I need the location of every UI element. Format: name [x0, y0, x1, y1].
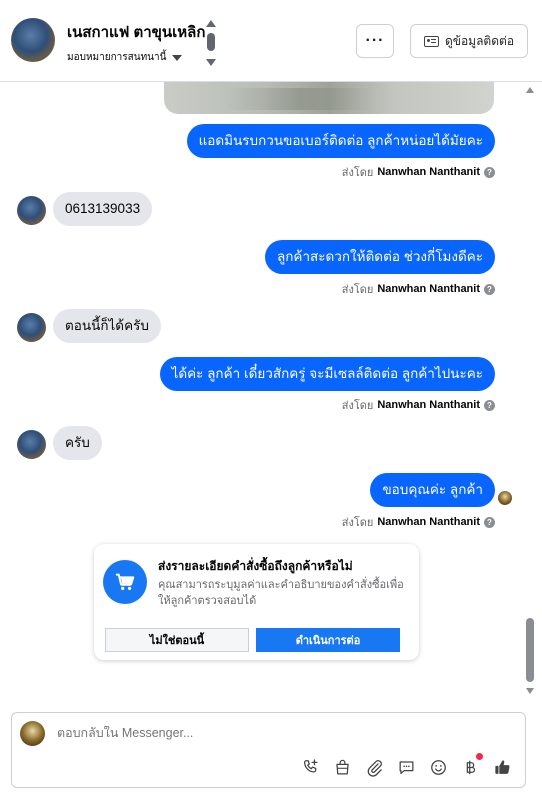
saved-reply-icon[interactable] [396, 757, 416, 777]
assign-label: มอบหมายการสนทนานี้ [67, 52, 167, 63]
sent-by-prefix: ส่งโดย [341, 400, 374, 412]
scrollbar-thumb[interactable] [526, 618, 534, 682]
sent-by-line: ส่งโดย Nanwhan Nanthanit ? [342, 396, 495, 414]
page-avatar [20, 721, 45, 746]
reply-composer [11, 712, 526, 788]
info-icon[interactable]: ? [484, 399, 495, 411]
sent-by-line: ส่งโดย Nanwhan Nanthanit ? [342, 163, 495, 181]
phone-plus-icon[interactable] [300, 757, 320, 777]
outgoing-message[interactable]: แอดมินรบกวนขอเบอร์ติดต่อ ลูกค้าหน่อยได้ม… [186, 124, 495, 158]
contact-avatar-small [17, 196, 46, 225]
scroll-up-arrow-icon[interactable] [206, 20, 216, 27]
incoming-message[interactable]: ครับ [53, 426, 102, 460]
sender-name: Nanwhan Nanthanit [377, 283, 480, 295]
header-name-scroller[interactable] [206, 20, 216, 66]
info-icon[interactable]: ? [484, 166, 495, 178]
prompt-title: ส่งรายละเอียดคำสั่งซื้อถึงลูกค้าหรือไม่ [158, 559, 353, 573]
emoji-icon[interactable] [428, 757, 448, 777]
incoming-message[interactable]: 0613139033 [53, 192, 153, 226]
composer-toolbar [300, 753, 512, 779]
not-now-button[interactable]: ไม่ใช่ตอนนี้ [105, 628, 249, 652]
shopping-bag-icon[interactable] [332, 757, 352, 777]
message-thread[interactable]: แอดมินรบกวนขอเบอร์ติดต่อ ลูกค้าหน่อยได้ม… [0, 82, 542, 702]
conversation-header: เนสกาแฟ ตาขุนเหลิก มอบหมายการสนทนานี้ ··… [0, 0, 542, 82]
scroll-up-arrow-icon[interactable] [526, 87, 534, 93]
contact-avatar[interactable] [11, 18, 55, 62]
sent-by-line: ส่งโดย Nanwhan Nanthanit ? [342, 280, 495, 298]
order-details-prompt-card: ส่งรายละเอียดคำสั่งซื้อถึงลูกค้าหรือไม่ … [94, 544, 419, 660]
sender-name: Nanwhan Nanthanit [377, 399, 480, 411]
contact-card-icon [423, 35, 439, 47]
reply-input[interactable] [57, 726, 497, 740]
assign-conversation-dropdown[interactable]: มอบหมายการสนทนานี้ [67, 50, 183, 65]
paperclip-icon[interactable] [364, 757, 384, 777]
prompt-description: คุณสามารถระบุมูลค่าและคำอธิบายของคำสั่งซ… [158, 579, 404, 607]
baht-icon[interactable] [460, 753, 483, 777]
seen-indicator-avatar [498, 491, 512, 505]
view-contact-info-label: ดูข้อมูลติดต่อ [444, 33, 515, 48]
view-contact-info-button[interactable]: ดูข้อมูลติดต่อ [410, 24, 528, 58]
scroll-down-arrow-icon[interactable] [206, 59, 216, 66]
sent-by-prefix: ส่งโดย [341, 284, 374, 296]
scroll-down-arrow-icon[interactable] [526, 688, 534, 694]
outgoing-message[interactable]: ได้ค่ะ ลูกค้า เดี๋ยวสักครู่ จะมีเซลล์ติด… [159, 357, 495, 391]
incoming-message[interactable]: ตอนนี้ก็ได้ครับ [53, 309, 161, 343]
sender-name: Nanwhan Nanthanit [377, 166, 480, 178]
cart-icon [103, 560, 147, 604]
scroll-thumb[interactable] [207, 33, 215, 51]
shared-image-message[interactable] [164, 82, 494, 114]
outgoing-message[interactable]: ลูกค้าสะดวกให้ติดต่อ ช่วงกี่โมงดีคะ [264, 240, 495, 274]
notification-dot [476, 753, 483, 760]
outgoing-message[interactable]: ขอบคุณค่ะ ลูกค้า [370, 473, 495, 507]
sent-by-line: ส่งโดย Nanwhan Nanthanit ? [342, 513, 495, 531]
sent-by-prefix: ส่งโดย [341, 167, 374, 179]
info-icon[interactable]: ? [484, 283, 495, 295]
sender-name: Nanwhan Nanthanit [377, 516, 480, 528]
sent-by-prefix: ส่งโดย [341, 517, 374, 529]
more-options-button[interactable]: ··· [356, 24, 394, 58]
contact-avatar-small [17, 313, 46, 342]
contact-avatar-small [17, 430, 46, 459]
thumbs-up-icon[interactable] [492, 757, 512, 777]
info-icon[interactable]: ? [484, 516, 495, 528]
contact-name[interactable]: เนสกาแฟ ตาขุนเหลิก [67, 20, 205, 44]
continue-button[interactable]: ดำเนินการต่อ [256, 628, 400, 652]
thread-scrollbar[interactable] [522, 82, 538, 702]
chevron-down-icon [172, 54, 183, 61]
